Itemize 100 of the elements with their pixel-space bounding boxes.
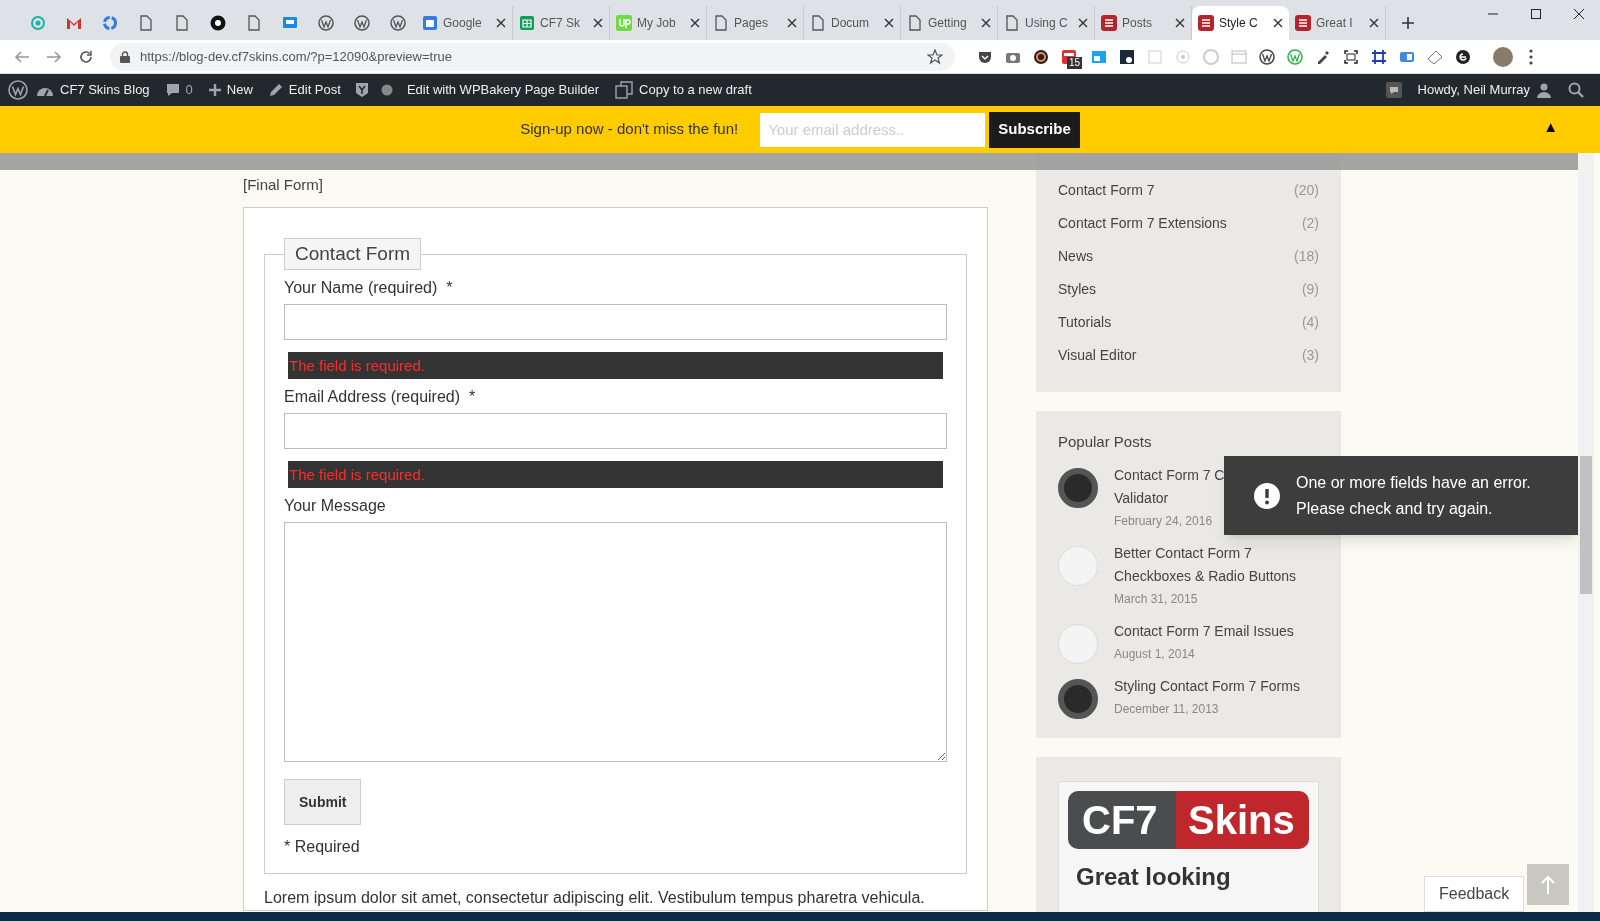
page-icon [138, 15, 154, 31]
logo-icon [616, 15, 632, 31]
copy-draft-link[interactable]: Copy to a new draft [607, 74, 760, 106]
close-tab-icon[interactable] [1369, 18, 1379, 28]
address-field[interactable]: https://blog-dev.cf7skins.com/?p=12090&preview=true [110, 42, 955, 71]
account-link[interactable]: Howdy, Neil Murray [1409, 74, 1560, 106]
text-input-field[interactable] [284, 413, 947, 449]
copy-icon [615, 81, 634, 99]
post-count: (4) [1301, 313, 1319, 332]
extension-icon[interactable] [1033, 48, 1049, 65]
post-title-link[interactable]: Contact Form 7 Email Issues [1114, 619, 1294, 643]
post-date: December 11, 2013 [1114, 700, 1220, 718]
scrollbar[interactable] [1578, 153, 1594, 912]
pencil-icon [268, 83, 283, 97]
close-tab-icon[interactable] [496, 18, 506, 28]
ring-icon [102, 15, 118, 31]
page-icon [1004, 15, 1020, 31]
extension-icon[interactable] [1455, 48, 1471, 65]
search-icon[interactable] [1568, 82, 1584, 98]
banner-tagline: Great looking [1076, 861, 1232, 892]
tab-title: Style C [1219, 15, 1259, 32]
status-dot-icon [380, 84, 393, 96]
comments-link[interactable]: 0 [157, 74, 201, 106]
spreadsheet-icon [519, 15, 535, 31]
post-title-link[interactable]: Contact Form 7 C Validator [1114, 463, 1225, 510]
page-icon [174, 15, 190, 31]
scrollbar-thumb[interactable] [1580, 456, 1592, 594]
up-arrow-icon [1540, 874, 1556, 895]
menu-icon[interactable] [1529, 48, 1533, 65]
category-link[interactable]: Contact Form 7 Extensions [1058, 213, 1227, 234]
error-message: The field is required. [288, 352, 943, 379]
maximize-icon [1530, 9, 1541, 19]
close-tab-icon[interactable] [1175, 18, 1185, 28]
extension-icon[interactable] [1259, 48, 1275, 65]
mail-icon [66, 15, 82, 31]
tab-title: CF7 Sk [540, 15, 581, 32]
signup-text: Sign-up now - don't miss the fun! [520, 119, 739, 140]
plus-icon [1401, 16, 1415, 30]
builder-link[interactable]: Edit with WPBakery Page Builder [398, 74, 608, 106]
alert-icon [1254, 482, 1280, 509]
panel-heading: Popular Posts [1058, 432, 1153, 452]
forward-arrow-icon[interactable] [46, 48, 62, 65]
logo-text: Skins [1176, 790, 1309, 849]
post-count: (20) [1294, 181, 1319, 200]
subscribe-button[interactable]: Subscribe [989, 111, 1080, 148]
extension-icon[interactable] [1119, 48, 1135, 65]
tab-title: Pages [734, 15, 770, 32]
post-date: February 24, 2016 [1114, 512, 1214, 530]
tab-title: My Job [637, 15, 677, 32]
category-link[interactable]: Tutorials [1058, 312, 1112, 333]
collapse-toggle[interactable]: ▲ [1543, 116, 1558, 139]
extension-icon[interactable] [1343, 48, 1359, 65]
category-link[interactable]: News [1058, 246, 1093, 267]
close-tab-icon[interactable] [593, 18, 603, 28]
submit-button[interactable]: Submit [284, 779, 362, 825]
profile-avatar[interactable] [1493, 46, 1513, 67]
ring-icon [30, 15, 46, 31]
close-tab-icon[interactable] [884, 18, 894, 28]
text-input-field[interactable] [284, 304, 947, 340]
calendar-icon [422, 15, 438, 31]
category-link[interactable]: Styles [1058, 279, 1097, 300]
back-arrow-icon[interactable] [14, 48, 30, 65]
circle-icon [210, 15, 226, 31]
browser-tab[interactable]: Style C [1192, 6, 1289, 40]
w-circle-icon [318, 15, 334, 31]
photo-placeholder [1058, 678, 1098, 719]
feedback-button[interactable]: Feedback [1424, 876, 1525, 912]
new-link[interactable]: New [200, 74, 261, 106]
site-link[interactable]: CF7 Skins Blog [28, 74, 158, 106]
field-label: Your Name (required) * [284, 278, 454, 298]
body-paragraph: Lorem ipsum dolor sit amet, consectetur adipiscing elit. Vestibulum tempus pharetra vehicula. [264, 888, 926, 908]
close-tab-icon[interactable] [690, 18, 700, 28]
star-icon[interactable] [927, 48, 943, 65]
close-tab-icon[interactable] [1273, 18, 1283, 28]
extension-icon[interactable] [1315, 48, 1331, 65]
w-circle-icon[interactable] [8, 80, 28, 100]
close-tab-icon[interactable] [1078, 18, 1088, 28]
category-link[interactable]: Contact Form 7 [1058, 180, 1155, 201]
user-icon [1536, 82, 1552, 98]
page-icon [810, 15, 826, 31]
post-title-link[interactable]: Better Contact Form 7 Checkboxes & Radio Buttons [1114, 541, 1297, 588]
field-label: Email Address (required) * [284, 387, 477, 407]
category-link[interactable]: Visual Editor [1058, 345, 1137, 366]
logo-text: CF7 [1068, 790, 1176, 849]
post-date: March 31, 2015 [1114, 590, 1199, 608]
tab-title: Google [443, 15, 483, 32]
post-title-link[interactable]: Styling Contact Form 7 Forms [1114, 674, 1300, 698]
chat-icon[interactable] [1385, 82, 1402, 98]
close-tab-icon[interactable] [787, 18, 797, 28]
w-circle-icon [390, 15, 406, 31]
page-icon [713, 15, 729, 31]
close-tab-icon[interactable] [981, 18, 991, 28]
comment-icon [165, 83, 180, 97]
y-shield-icon[interactable] [354, 82, 369, 98]
required-note: * Required [284, 837, 361, 857]
form-legend: Contact Form [284, 238, 422, 270]
edit-post-link[interactable]: Edit Post [260, 74, 349, 106]
chat-icon [282, 15, 298, 31]
extension-icon[interactable] [1371, 48, 1387, 65]
reload-icon[interactable] [78, 48, 94, 65]
